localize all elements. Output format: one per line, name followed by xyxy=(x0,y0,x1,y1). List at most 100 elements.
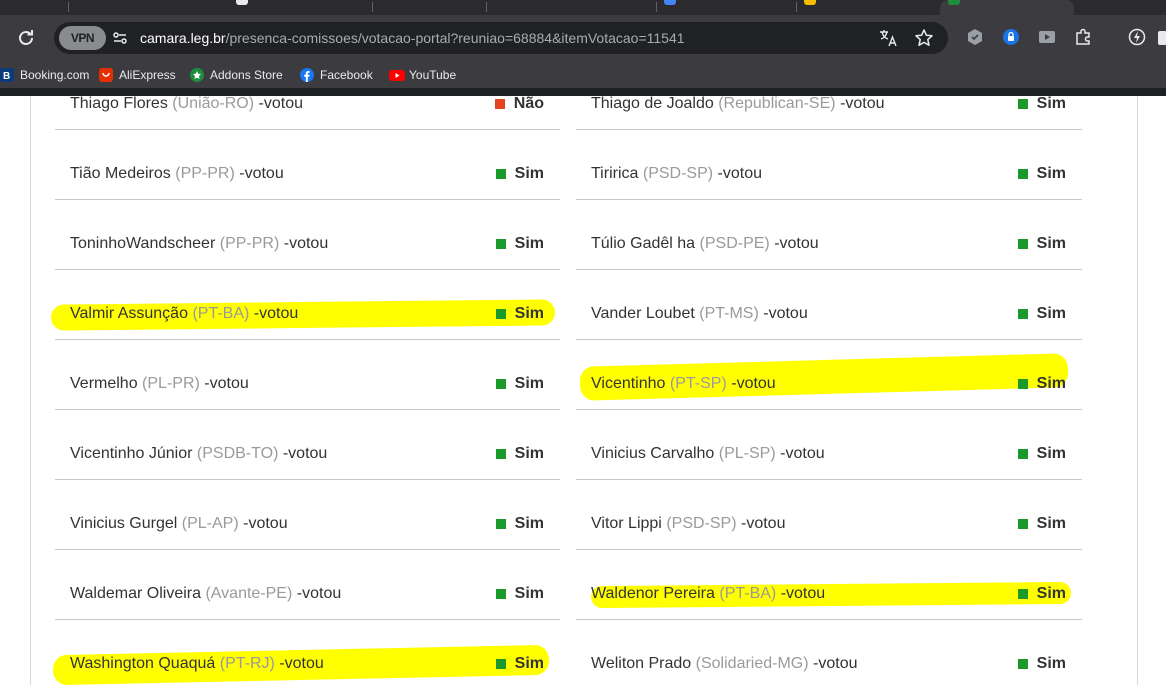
deputy-name: Thiago Flores xyxy=(70,96,168,112)
site-info-icon[interactable] xyxy=(112,30,128,46)
vote-row: Vermelho (PL-PR) -votou Sim xyxy=(55,340,560,410)
vote-result: Sim xyxy=(495,165,544,183)
extension-video-icon[interactable] xyxy=(1037,27,1057,47)
extensions-puzzle-icon[interactable] xyxy=(1073,27,1093,47)
deputy-party: (PP-PR) xyxy=(219,235,280,252)
vote-yes-square-icon xyxy=(495,239,506,249)
deputy-name: Tiririca xyxy=(591,165,639,182)
vote-row: Vinicius Carvalho (PL-SP) -votou Sim xyxy=(576,410,1082,480)
deputy-name: Vermelho xyxy=(70,375,138,392)
vote-label: Sim xyxy=(1036,445,1066,462)
bookmark-aliexpress[interactable]: AliExpress xyxy=(99,61,176,88)
deputy-name: Vicentinho Júnior xyxy=(70,445,193,462)
vote-result: Sim xyxy=(495,235,544,253)
vote-label: Sim xyxy=(514,305,544,322)
panel-border-left xyxy=(30,96,31,685)
bookmark-label: Facebook xyxy=(320,67,373,82)
vote-row: Vicentinho (PT-SP) -votou Sim xyxy=(576,340,1082,410)
vote-yes-square-icon xyxy=(495,519,506,529)
tab-favicon[interactable] xyxy=(664,0,676,5)
vote-suffix: -votou xyxy=(204,375,249,392)
deputy-party: (Avante-PE) xyxy=(205,585,293,602)
bookmark-label: Addons Store xyxy=(210,67,283,82)
bookmarks-bar: B Booking.com AliExpress Addons Store Fa… xyxy=(0,61,1166,88)
deputy-name: Vitor Lippi xyxy=(591,515,662,532)
deputy-name: ToninhoWandscheer xyxy=(70,235,216,252)
bookmark-star-icon[interactable] xyxy=(914,28,934,48)
deputy-name: Vinicius Carvalho xyxy=(591,445,715,462)
tab-strip xyxy=(0,0,1166,15)
vote-label: Sim xyxy=(1036,515,1066,532)
vote-suffix: -votou xyxy=(840,96,885,112)
vote-result: Sim xyxy=(1017,305,1066,323)
vote-label: Sim xyxy=(514,445,544,462)
deputy-entry: Vicentinho (PT-SP) -votou xyxy=(591,375,776,393)
deputy-entry: Vitor Lippi (PSD-SP) -votou xyxy=(591,515,785,533)
url-path: /presenca-comissoes/votacao-portal?reuni… xyxy=(225,30,685,46)
extension-lock-icon[interactable] xyxy=(1001,27,1021,47)
tab-favicon[interactable] xyxy=(804,0,816,5)
vote-yes-square-icon xyxy=(1017,99,1028,109)
deputy-party: (PT-BA) xyxy=(719,585,777,602)
vote-row: Vitor Lippi (PSD-SP) -votou Sim xyxy=(576,480,1082,550)
vote-suffix: -votou xyxy=(780,585,826,602)
vote-label: Sim xyxy=(1036,165,1066,182)
vote-suffix: -votou xyxy=(763,305,808,322)
vote-label: Sim xyxy=(514,165,544,182)
bookmark-addons-store[interactable]: Addons Store xyxy=(190,61,283,88)
performance-icon[interactable] xyxy=(1127,27,1147,47)
vote-suffix: -votou xyxy=(243,515,288,532)
deputy-party: (União-RO) xyxy=(172,96,255,112)
vote-row: Tiririca (PSD-SP) -votou Sim xyxy=(576,130,1082,200)
extension-shield-icon[interactable] xyxy=(965,27,985,47)
bookmark-youtube[interactable]: YouTube xyxy=(389,61,456,88)
vote-suffix: -votou xyxy=(239,165,284,182)
youtube-icon xyxy=(389,68,405,82)
deputy-entry: Vicentinho Júnior (PSDB-TO) -votou xyxy=(70,445,327,463)
deputy-name: Thiago de Joaldo xyxy=(591,96,714,112)
vpn-button[interactable]: VPN xyxy=(59,26,106,50)
deputy-name: Túlio Gadêl ha xyxy=(591,235,696,252)
deputy-entry: Waldenor Pereira (PT-BA) -votou xyxy=(591,585,825,603)
deputy-party: (PSD-SP) xyxy=(642,165,714,182)
deputy-party: (PL-PR) xyxy=(142,375,200,392)
tab-separator xyxy=(796,2,797,12)
deputy-name: Vander Loubet xyxy=(591,305,695,322)
profile-button-edge[interactable] xyxy=(1158,31,1166,45)
active-tab[interactable] xyxy=(940,0,1074,15)
bookmark-label: YouTube xyxy=(409,67,457,82)
vote-yes-square-icon xyxy=(1017,589,1028,599)
bookmark-facebook[interactable]: Facebook xyxy=(300,61,373,88)
vote-suffix: -votou xyxy=(258,96,303,112)
vote-label: Não xyxy=(513,96,544,112)
vote-result: Sim xyxy=(495,375,544,393)
vote-list-page: Thiago Flores (União-RO) -votou Não Tião M… xyxy=(0,96,1166,685)
bookmark-booking[interactable]: B Booking.com xyxy=(0,61,89,88)
active-tab-favicon xyxy=(948,0,960,5)
panel-border-right xyxy=(1137,96,1138,685)
vote-suffix: -votou xyxy=(741,515,786,532)
vote-row: Vander Loubet (PT-MS) -votou Sim xyxy=(576,270,1082,340)
vote-result: Sim xyxy=(1017,445,1066,463)
vote-yes-square-icon xyxy=(495,589,506,599)
deputy-entry: Túlio Gadêl ha (PSD-PE) -votou xyxy=(591,235,819,253)
deputy-name: Waldenor Pereira xyxy=(591,585,715,602)
vote-yes-square-icon xyxy=(495,309,506,319)
reload-icon[interactable] xyxy=(14,26,38,50)
deputy-entry: Vermelho (PL-PR) -votou xyxy=(70,375,249,393)
vote-label: Sim xyxy=(1036,235,1066,252)
url-text[interactable]: camara.leg.br/presenca-comissoes/votacao… xyxy=(140,29,685,47)
vote-row: Weliton Prado (Solidaried-MG) -votou Sim xyxy=(576,620,1082,685)
vote-label: Sim xyxy=(514,515,544,532)
translate-icon[interactable] xyxy=(878,28,898,48)
deputy-entry: Washington Quaquá (PT-RJ) -votou xyxy=(70,655,324,673)
vote-label: Sim xyxy=(1036,305,1066,322)
tab-favicon[interactable] xyxy=(236,0,248,5)
address-bar[interactable]: VPN camara.leg.br/presenca-comissoes/vot… xyxy=(54,22,948,54)
deputy-entry: Tião Medeiros (PP-PR) -votou xyxy=(70,165,284,183)
vote-result: Sim xyxy=(495,445,544,463)
aliexpress-icon xyxy=(99,67,113,82)
vote-row: Thiago Flores (União-RO) -votou Não xyxy=(55,96,560,130)
deputy-party: (PSD-SP) xyxy=(666,515,737,532)
vote-result: Sim xyxy=(1017,235,1066,253)
